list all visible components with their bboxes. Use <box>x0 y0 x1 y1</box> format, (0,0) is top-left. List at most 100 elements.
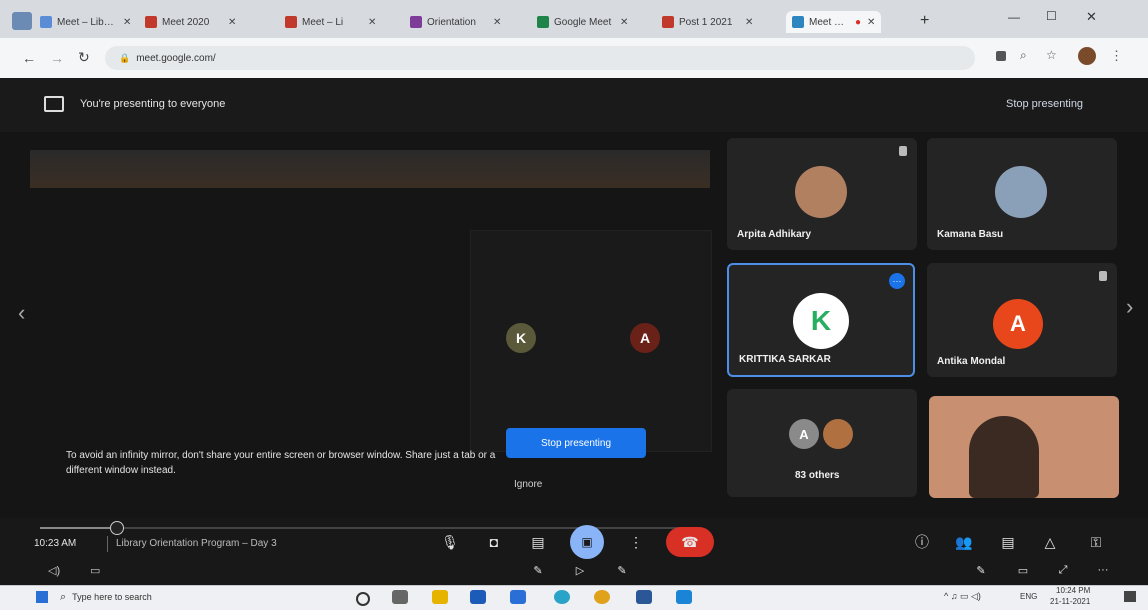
profile-avatar[interactable] <box>1078 47 1096 65</box>
present-now-icon[interactable]: ▣ <box>570 525 604 559</box>
avatar <box>795 166 847 218</box>
browser-tab-active[interactable]: Meet – Lib●✕ <box>786 11 882 33</box>
captions-icon[interactable]: ▤ <box>528 532 548 552</box>
avatar: K <box>793 293 849 349</box>
play-icon[interactable]: ▷ <box>572 562 588 578</box>
clock-time[interactable]: 10:24 PM <box>1056 586 1090 595</box>
people-icon[interactable]: 👥 <box>954 532 974 552</box>
more-icon[interactable]: ⋮ <box>626 532 646 552</box>
tray-icons: ^ ♫ ▭ ◁) <box>944 591 981 601</box>
others-tile[interactable]: A 83 others <box>727 389 917 497</box>
close-icon[interactable]: ✕ <box>620 17 628 28</box>
participant-tile[interactable]: Kamana Basu <box>927 138 1117 250</box>
participant-name: 83 others <box>795 470 840 481</box>
forward-icon[interactable]: → <box>50 50 64 66</box>
participant-name: Arpita Adhikary <box>737 229 812 240</box>
mic-icon[interactable]: 🎙 <box>440 532 460 552</box>
explorer-icon[interactable] <box>432 590 448 604</box>
search-icon: ⌕ <box>60 590 67 603</box>
more-icon[interactable]: ⋮ <box>1110 48 1123 64</box>
stop-presenting-link[interactable]: Stop presenting <box>1006 98 1083 110</box>
close-icon[interactable]: ✕ <box>228 17 236 28</box>
stop-presenting-button[interactable]: Stop presenting <box>506 428 646 458</box>
speaking-icon: ··· <box>889 273 905 289</box>
avatar: A <box>993 299 1043 349</box>
back-icon[interactable]: ← <box>22 50 36 66</box>
lock-icon: 🔒 <box>119 52 131 63</box>
avatar <box>823 419 853 449</box>
browser-tab[interactable]: Meet – Li ✕ <box>285 11 376 33</box>
shared-screen-strip <box>30 150 710 188</box>
browser-logo <box>12 12 32 30</box>
app-icon[interactable] <box>470 590 486 604</box>
chevron-right-icon[interactable]: › <box>1126 294 1133 320</box>
notification-icon[interactable] <box>1124 591 1136 602</box>
star-icon[interactable]: ☆ <box>1046 48 1057 62</box>
reload-icon[interactable]: ↻ <box>78 49 90 66</box>
progress-fill <box>40 527 116 529</box>
browser-tab[interactable]: Google Meet ✕ <box>537 11 628 33</box>
taskbar-search[interactable]: ⌕ Type here to search <box>60 588 230 606</box>
mic-off-icon <box>899 146 907 156</box>
info-icon[interactable]: ⓘ <box>912 532 932 552</box>
maximize-icon[interactable]: ☐ <box>1046 9 1057 23</box>
new-tab-button[interactable]: + <box>920 12 929 30</box>
captions-small-icon[interactable]: ▭ <box>90 564 100 577</box>
edge-icon[interactable] <box>554 590 570 604</box>
url-field[interactable]: 🔒 meet.google.com/ <box>105 46 975 70</box>
lock-icon[interactable]: ⚿ <box>1082 532 1110 552</box>
chat-icon[interactable]: ▤ <box>998 532 1018 552</box>
tab-favicon-icon <box>537 16 549 28</box>
pen-tool-icon[interactable]: ✎ <box>972 562 990 578</box>
participant-name: Antika Mondal <box>937 356 1006 367</box>
cortana-icon[interactable] <box>356 592 370 606</box>
progress-handle[interactable] <box>110 521 124 535</box>
participant-name: Kamana Basu <box>937 229 1004 240</box>
avatar <box>995 166 1047 218</box>
pen-icon[interactable]: ✎ <box>530 562 546 578</box>
participant-name: KRITTIKA SARKAR <box>739 354 831 365</box>
activities-icon[interactable]: △ <box>1040 532 1060 552</box>
mirror-avatar: K <box>506 323 536 353</box>
close-icon[interactable]: ✕ <box>493 17 501 28</box>
participant-tile[interactable]: A Antika Mondal <box>927 263 1117 377</box>
camera-icon[interactable]: ◘ <box>484 532 504 552</box>
expand-icon[interactable]: ⤢ <box>1054 562 1072 578</box>
clock-date[interactable]: 21-11-2021 <box>1050 597 1090 606</box>
chevron-left-icon[interactable]: ‹ <box>18 300 25 326</box>
self-video-tile[interactable] <box>929 396 1119 498</box>
word-icon[interactable] <box>636 590 652 604</box>
chrome-icon[interactable] <box>594 590 610 604</box>
search-icon[interactable]: ⌕ <box>1020 48 1027 63</box>
end-call-icon[interactable]: ☎ <box>666 527 714 557</box>
menu-dots-icon[interactable]: ··· <box>1094 562 1112 578</box>
tab-favicon-icon <box>40 16 52 28</box>
close-icon[interactable]: ✕ <box>368 17 376 28</box>
ext-icon[interactable] <box>996 51 1006 61</box>
ignore-button[interactable]: Ignore <box>514 479 542 490</box>
taskview-icon[interactable] <box>392 590 408 604</box>
close-icon[interactable]: ✕ <box>867 17 875 28</box>
close-window-icon[interactable]: ✕ <box>1086 9 1097 25</box>
screen-icon[interactable]: ▭ <box>1014 562 1032 578</box>
tab-favicon-icon <box>792 16 804 28</box>
meeting-time: 10:23 AM <box>34 538 77 549</box>
minimize-icon[interactable]: — <box>1008 10 1020 24</box>
store-icon[interactable] <box>510 590 526 604</box>
pen-alt-icon[interactable]: ✎ <box>614 562 630 578</box>
participant-tile-active[interactable]: ··· K KRITTIKA SARKAR <box>727 263 915 377</box>
windows-icon[interactable] <box>36 591 48 603</box>
browser-tab[interactable]: Post 1 2021 ✕ <box>662 11 753 33</box>
tab-favicon-icon <box>285 16 297 28</box>
volume-icon[interactable]: ◁) <box>48 564 60 577</box>
participant-tile[interactable]: Arpita Adhikary <box>727 138 917 250</box>
close-icon[interactable]: ✕ <box>123 17 131 28</box>
close-icon[interactable]: ✕ <box>745 17 753 28</box>
app2-icon[interactable] <box>676 590 692 604</box>
mirror-avatar: A <box>630 323 660 353</box>
browser-tab[interactable]: Orientation ✕ <box>410 11 501 33</box>
self-video-person <box>969 416 1039 498</box>
browser-tab[interactable]: Meet 2020 ✕ <box>145 11 236 33</box>
lang-indicator[interactable]: ENG <box>1020 592 1037 601</box>
browser-tab[interactable]: Meet – Library ✕ <box>40 11 131 33</box>
